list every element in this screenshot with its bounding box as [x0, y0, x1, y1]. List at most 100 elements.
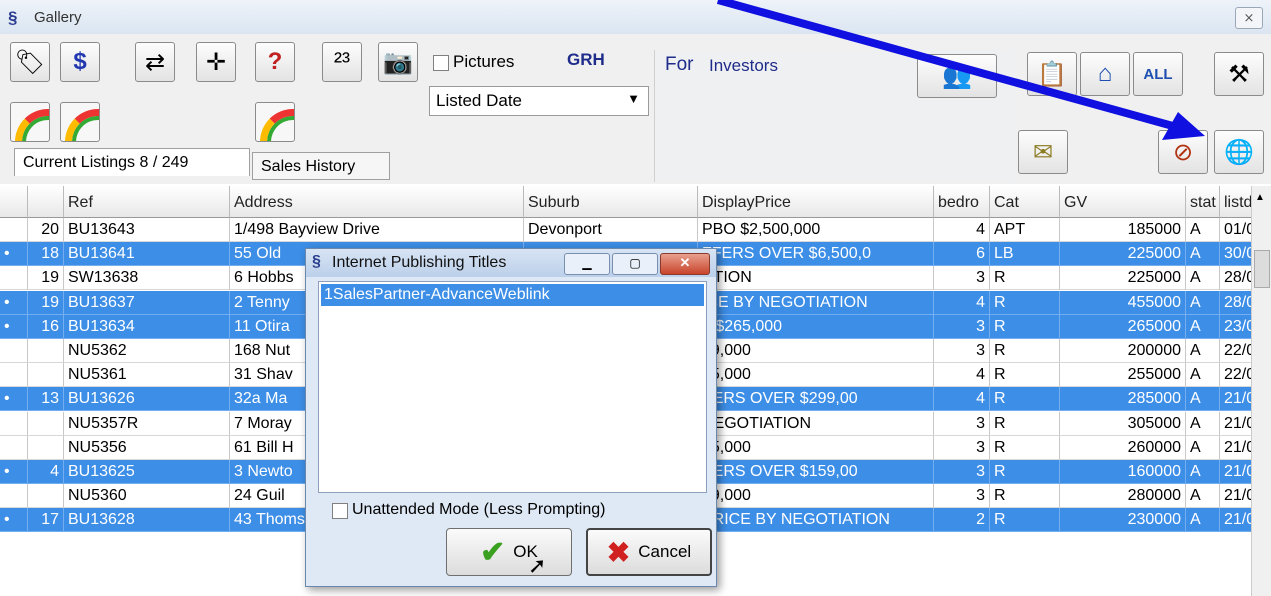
for-label: For — [665, 54, 694, 75]
table-cell: • — [0, 290, 28, 315]
table-cell: 4 — [28, 460, 64, 484]
table-cell: Devonport — [524, 218, 698, 242]
app-logo-icon: § — [8, 8, 18, 27]
globe-www-icon[interactable]: 🌐 — [1214, 130, 1264, 174]
grid-scrollbar[interactable]: ▲ — [1251, 186, 1271, 596]
table-row[interactable]: 20 BU13643 1/498 Bayview Drive Devonport PBO… — [0, 218, 1252, 242]
table-cell: 160000 — [1060, 460, 1186, 484]
table-cell: 225000 — [1060, 242, 1186, 267]
unattended-label: Unattended Mode (Less Prompting) — [352, 501, 606, 518]
cross-tool-icon[interactable]: ✛ — [196, 42, 236, 82]
camera-icon[interactable]: 📷 — [378, 42, 418, 82]
tab-sales-history[interactable]: Sales History — [252, 152, 390, 180]
table-cell: APT — [990, 218, 1060, 242]
table-cell: 19 — [28, 290, 64, 315]
listing-tool-icon[interactable]: 🏷 — [10, 42, 50, 82]
column-header[interactable]: DisplayPrice — [698, 186, 934, 218]
ok-button[interactable]: ✔ OK — [446, 528, 572, 576]
tab-current-listings[interactable]: Current Listings 8 / 249 — [14, 148, 250, 176]
table-cell: R — [990, 266, 1060, 291]
table-cell: BU13628 — [64, 508, 230, 533]
dialog-close-button[interactable]: ✕ — [660, 253, 710, 275]
grh-label: GRH — [567, 50, 605, 69]
column-header[interactable]: Ref — [64, 186, 230, 218]
table-cell: 35,000 — [698, 435, 934, 460]
table-cell: • — [0, 508, 28, 533]
table-cell: • — [0, 242, 28, 267]
table-cell: CTION — [698, 266, 934, 291]
table-cell — [28, 484, 64, 509]
rainbow-icon[interactable] — [10, 102, 50, 142]
rainbow-icon[interactable] — [255, 102, 295, 142]
documents-icon[interactable]: 📋 — [1027, 52, 1077, 96]
column-header[interactable]: GV — [1060, 186, 1186, 218]
unattended-checkbox[interactable] — [332, 503, 348, 519]
home-icon[interactable]: ⌂ — [1080, 52, 1130, 96]
app-logo-icon: § — [312, 253, 321, 270]
column-header[interactable]: stat — [1186, 186, 1220, 218]
sort-select[interactable]: Listed Date ▼ — [429, 86, 649, 116]
table-cell: 79,000 — [698, 484, 934, 509]
table-cell: 255000 — [1060, 363, 1186, 388]
table-cell: NU5361 — [64, 363, 230, 388]
table-cell: R — [990, 339, 1060, 363]
table-cell: 285000 — [1060, 387, 1186, 412]
table-cell: A — [1186, 508, 1220, 533]
dollar-icon[interactable]: $ — [60, 42, 100, 82]
table-cell: A — [1186, 242, 1220, 267]
column-header[interactable]: listdat — [1220, 186, 1252, 218]
titles-list[interactable]: 1SalesPartner-AdvanceWeblink — [318, 281, 707, 493]
table-cell: 01/04. — [1220, 218, 1252, 242]
checkmark-icon: ✔ — [480, 535, 506, 569]
agents-icon[interactable]: 👥 — [917, 54, 997, 98]
table-cell: BU13634 — [64, 314, 230, 339]
column-header[interactable]: Address — [230, 186, 524, 218]
table-cell: A — [1186, 387, 1220, 412]
minimize-button[interactable]: ▁ — [564, 253, 610, 275]
all-icon[interactable]: ALL — [1133, 52, 1183, 96]
table-cell: 230000 — [1060, 508, 1186, 533]
numbers-tool-icon[interactable]: ²³ — [322, 42, 362, 82]
mail-icon[interactable]: ✉ — [1018, 130, 1068, 174]
table-cell: 21/03. — [1220, 460, 1252, 484]
window-title: Gallery — [34, 9, 82, 26]
no-entry-icon[interactable]: ⊘ — [1158, 130, 1208, 174]
table-cell: NU5360 — [64, 484, 230, 509]
table-cell: /. $265,000 — [698, 314, 934, 339]
table-cell: 265000 — [1060, 314, 1186, 339]
table-cell: • — [0, 460, 28, 484]
table-cell: 21/03. — [1220, 387, 1252, 412]
table-cell: 6 — [934, 242, 990, 267]
list-item[interactable]: 1SalesPartner-AdvanceWeblink — [321, 284, 704, 306]
table-cell: FFERS OVER $6,500,0 — [698, 242, 934, 267]
table-cell: A — [1186, 290, 1220, 315]
scroll-up-icon[interactable]: ▲ — [1255, 192, 1265, 203]
table-cell — [28, 339, 64, 363]
grid-header-marker — [0, 186, 28, 218]
column-header[interactable]: Cat — [990, 186, 1060, 218]
table-cell: • — [0, 387, 28, 412]
table-cell: 21/03. — [1220, 435, 1252, 460]
rainbow-icon[interactable] — [60, 102, 100, 142]
table-cell: 3 — [934, 314, 990, 339]
column-header[interactable]: bedro — [934, 186, 990, 218]
maximize-button[interactable]: ▢ — [612, 253, 658, 275]
table-cell: YERS OVER $159,00 — [698, 460, 934, 484]
publishing-dialog: § Internet Publishing Titles ▁ ▢ ✕ 1Sale… — [305, 248, 717, 587]
close-window-button[interactable]: ⨯ — [1235, 7, 1263, 29]
table-cell: 18 — [28, 242, 64, 267]
cancel-button[interactable]: ✖ Cancel — [586, 528, 712, 576]
tools-icon[interactable]: ⚒ — [1214, 52, 1264, 96]
table-cell: YERS OVER $299,00 — [698, 387, 934, 412]
scroll-thumb[interactable] — [1254, 250, 1270, 288]
question-icon[interactable]: ? — [255, 42, 295, 82]
table-cell: R — [990, 363, 1060, 388]
table-cell: 185000 — [1060, 218, 1186, 242]
pictures-checkbox[interactable] — [433, 55, 449, 71]
transfer-tool-icon[interactable]: ⇄ — [135, 42, 175, 82]
grid-header-num — [28, 186, 64, 218]
table-cell: BU13625 — [64, 460, 230, 484]
table-cell — [0, 411, 28, 436]
column-header[interactable]: Suburb — [524, 186, 698, 218]
table-cell: A — [1186, 266, 1220, 291]
